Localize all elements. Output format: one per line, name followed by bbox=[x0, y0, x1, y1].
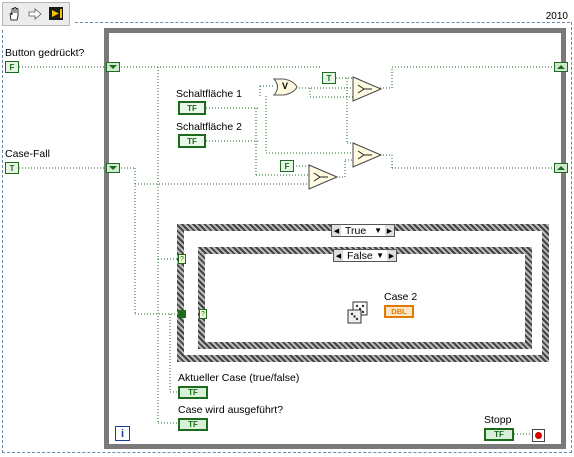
aktueller-case-label: Aktueller Case (true/false) bbox=[178, 372, 300, 384]
outer-case-selector[interactable]: ◀ True ▼ ▶ bbox=[331, 224, 395, 237]
stopp-control[interactable]: TF bbox=[484, 428, 514, 441]
case-fall-label: Case-Fall bbox=[5, 148, 50, 160]
random-number-dice-icon[interactable] bbox=[345, 301, 371, 325]
shift-register-left-bottom bbox=[106, 163, 120, 173]
outer-selector-prev-icon[interactable]: ◀ bbox=[332, 225, 341, 236]
schaltflaeche1-type: TF bbox=[187, 103, 197, 113]
select-node-top-icon[interactable] bbox=[352, 76, 382, 102]
schaltflaeche1-control[interactable]: TF bbox=[178, 101, 206, 115]
schaltflaeche2-control[interactable]: TF bbox=[178, 134, 206, 148]
inner-selector-prev-icon[interactable]: ◀ bbox=[334, 250, 343, 261]
shift-register-right-top bbox=[554, 62, 568, 72]
select-node-middle-icon[interactable] bbox=[352, 142, 382, 168]
false-constant[interactable]: F bbox=[280, 160, 294, 172]
case-selector-terminal: ? bbox=[178, 254, 186, 264]
aktueller-case-type: TF bbox=[188, 388, 198, 397]
button-gedrueckt-constant[interactable]: F bbox=[5, 61, 19, 73]
outer-selector-value: True bbox=[345, 224, 367, 237]
case-ausgefuehrt-indicator[interactable]: TF bbox=[178, 418, 208, 431]
dbl-indicator[interactable]: DBL bbox=[384, 305, 414, 318]
select-node-bottom-icon[interactable] bbox=[308, 164, 338, 190]
case-fall-constant[interactable]: T bbox=[5, 162, 19, 174]
inner-selector-next-icon[interactable]: ▶ bbox=[387, 250, 396, 261]
outer-selector-dropdown-icon[interactable]: ▼ bbox=[374, 226, 382, 235]
outer-selector-next-icon[interactable]: ▶ bbox=[385, 225, 394, 236]
schaltflaeche2-type: TF bbox=[187, 136, 197, 146]
case-input-tunnel bbox=[178, 310, 186, 318]
inner-selector-dropdown-icon[interactable]: ▼ bbox=[376, 251, 384, 260]
or-gate-label: V bbox=[282, 81, 289, 91]
stopp-type: TF bbox=[494, 430, 504, 439]
schaltflaeche1-label: Schaltfläche 1 bbox=[176, 88, 242, 100]
shift-register-left-top bbox=[106, 62, 120, 72]
true-constant[interactable]: T bbox=[322, 72, 336, 84]
case-ausgefuehrt-type: TF bbox=[188, 420, 198, 429]
inner-case-structure bbox=[198, 247, 532, 349]
schaltflaeche2-label: Schaltfläche 2 bbox=[176, 121, 242, 133]
inner-case-selector[interactable]: ◀ False ▼ ▶ bbox=[333, 249, 397, 262]
button-gedrueckt-label: Button gedrückt? bbox=[5, 47, 85, 59]
inner-selector-value: False bbox=[347, 249, 373, 262]
shift-register-right-bottom bbox=[554, 163, 568, 173]
dbl-indicator-type: DBL bbox=[391, 307, 407, 316]
stop-condition-terminal[interactable] bbox=[532, 429, 545, 442]
stop-icon bbox=[535, 432, 542, 439]
aktueller-case-indicator[interactable]: TF bbox=[178, 386, 208, 399]
stopp-label: Stopp bbox=[484, 414, 512, 426]
case2-label: Case 2 bbox=[384, 291, 418, 303]
inner-case-selector-terminal: ? bbox=[199, 309, 207, 319]
iteration-terminal: i bbox=[115, 426, 130, 441]
case-ausgefuehrt-label: Case wird ausgeführt? bbox=[178, 404, 284, 416]
